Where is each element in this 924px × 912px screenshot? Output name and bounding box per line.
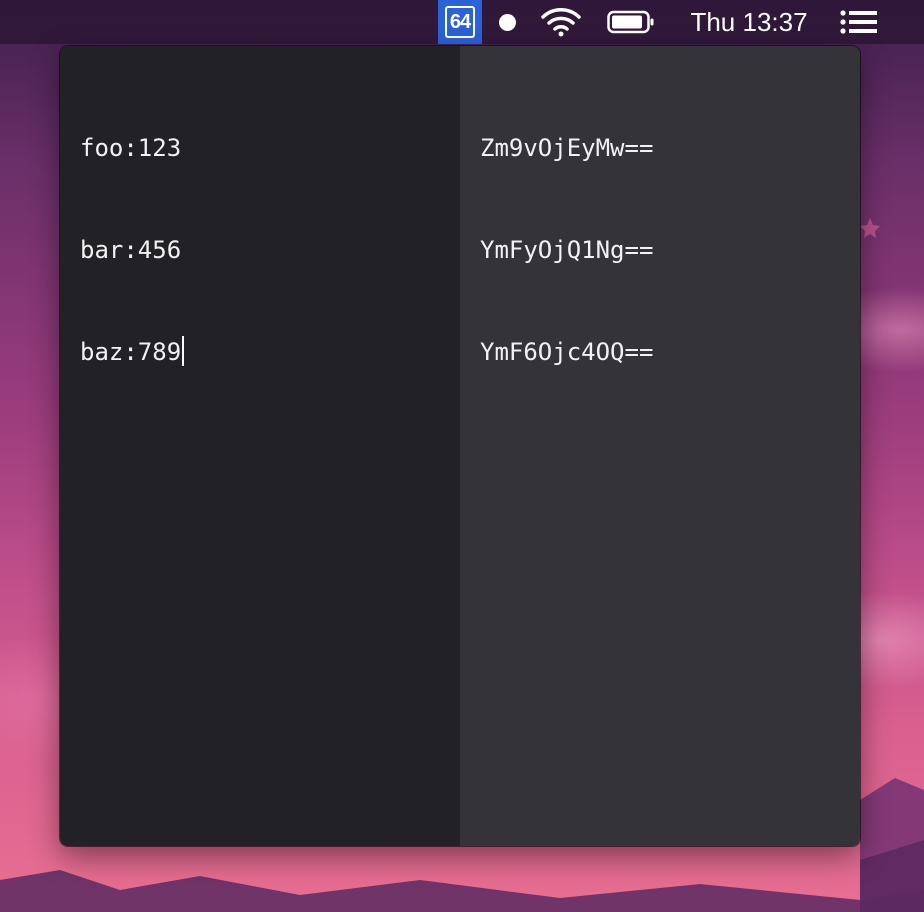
- record-dot-icon[interactable]: [494, 0, 520, 44]
- output-line: Zm9vOjEyMw==: [480, 134, 654, 162]
- app-icon-label: 64: [445, 6, 475, 38]
- text-caret: [182, 336, 185, 366]
- base64-output[interactable]: Zm9vOjEyMw== YmFyOjQ1Ng== YmF6Ojc4OQ==: [460, 46, 860, 846]
- output-line: YmFyOjQ1Ng==: [480, 236, 654, 264]
- input-line[interactable]: bar:456: [80, 233, 440, 267]
- input-line[interactable]: foo:123: [80, 131, 440, 165]
- menu-bar: 64 Thu 13:37: [0, 0, 924, 44]
- plain-text-input[interactable]: foo:123 bar:456 baz:789: [60, 46, 460, 846]
- wifi-icon[interactable]: [538, 0, 584, 44]
- list-menu-icon[interactable]: [834, 0, 884, 44]
- base64-popover: foo:123 bar:456 baz:789 Zm9vOjEyMw== YmF…: [60, 46, 860, 846]
- output-line: YmF6Ojc4OQ==: [480, 338, 654, 366]
- input-line-text: baz:789: [80, 338, 182, 366]
- base64-app-icon[interactable]: 64: [438, 0, 482, 44]
- menubar-clock[interactable]: Thu 13:37: [676, 0, 822, 44]
- battery-icon[interactable]: [605, 0, 657, 44]
- input-line-with-caret[interactable]: baz:789: [80, 335, 440, 369]
